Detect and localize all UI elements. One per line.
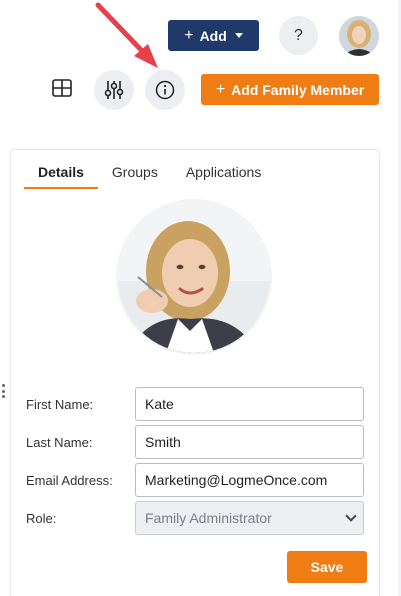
role-select-value: Family Administrator (145, 510, 272, 526)
add-button-label: Add (199, 27, 227, 44)
member-details-card: Details Groups Applications First Name: … (10, 149, 380, 596)
add-dropdown-button[interactable]: + Add (168, 20, 259, 51)
caret-down-icon (234, 33, 243, 38)
profile-photo (118, 201, 270, 353)
annotation-arrow (95, 2, 158, 68)
first-name-label: First Name: (26, 397, 94, 412)
add-family-member-label: Add Family Member (231, 81, 365, 98)
help-button[interactable]: ? (279, 16, 318, 55)
user-avatar[interactable] (339, 16, 379, 56)
filter-settings-button[interactable] (94, 70, 134, 110)
save-button[interactable]: Save (287, 551, 367, 583)
tab-applications[interactable]: Applications (172, 163, 276, 189)
tab-details[interactable]: Details (24, 163, 98, 189)
email-input[interactable]: Marketing@LogmeOnce.com (135, 463, 364, 497)
email-label: Email Address: (26, 473, 113, 488)
tab-bar: Details Groups Applications (24, 163, 275, 189)
grid-view-icon[interactable] (51, 77, 73, 99)
help-icon: ? (294, 26, 303, 44)
sliders-icon (104, 81, 124, 99)
plus-icon: + (184, 26, 194, 44)
plus-icon: + (215, 80, 226, 98)
role-select[interactable]: Family Administrator (135, 501, 364, 535)
role-label: Role: (26, 511, 57, 526)
info-button[interactable] (145, 70, 185, 110)
first-name-input[interactable]: Kate (135, 387, 364, 421)
last-name-label: Last Name: (26, 435, 93, 450)
add-family-member-button[interactable]: + Add Family Member (201, 74, 379, 105)
last-name-input[interactable]: Smith (135, 425, 364, 459)
drag-handle[interactable] (2, 384, 5, 398)
chevron-down-icon (345, 510, 357, 522)
info-icon (155, 80, 175, 100)
tab-groups[interactable]: Groups (98, 163, 172, 189)
